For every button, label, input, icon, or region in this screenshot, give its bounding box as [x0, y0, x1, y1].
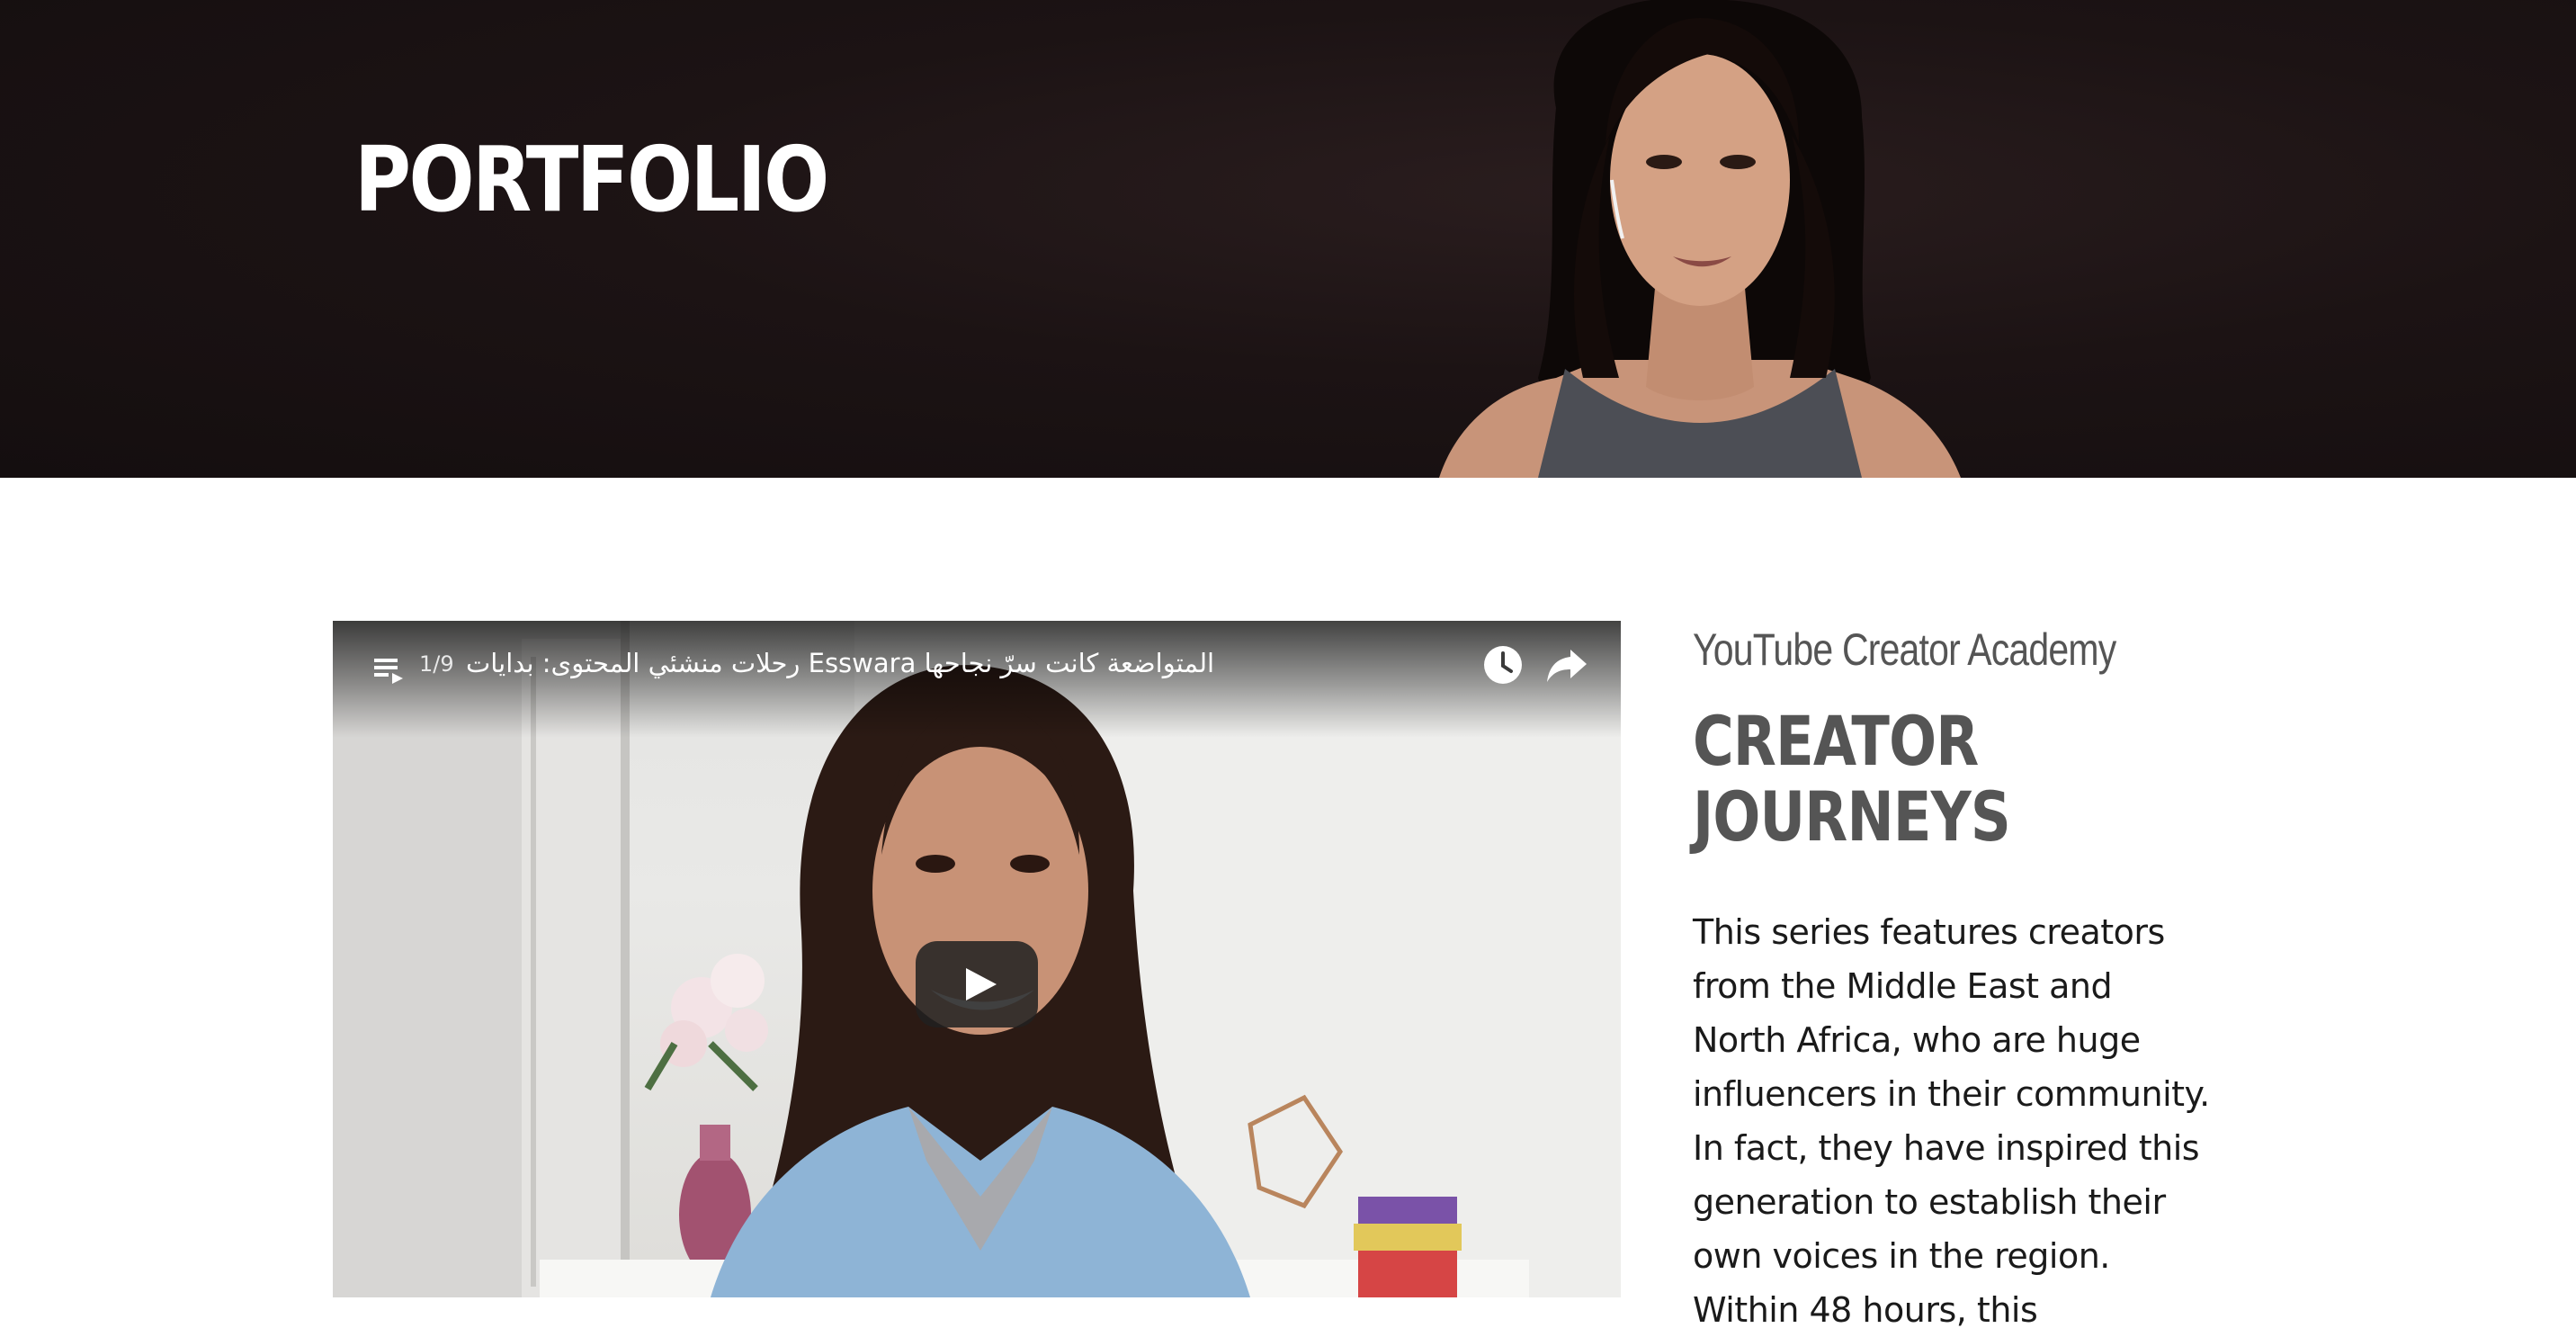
video-title[interactable]: المتواضعة كانت سرّ نجاحها Esswara رحلات …: [466, 648, 1275, 678]
project-title-line-2: JOURNEYS: [1693, 776, 2011, 857]
video-title-bar: [333, 621, 1621, 738]
client-name: YouTube Creator Academy: [1693, 624, 2116, 675]
project-body-text: This series features creators from the M…: [1693, 912, 2210, 1330]
hero-banner: PORTFOLIO: [0, 0, 2576, 478]
page-title: PORTFOLIO: [354, 127, 829, 232]
project-title-line-1: CREATOR: [1693, 701, 1979, 781]
project-title: CREATOR JOURNEYS: [1693, 704, 2106, 855]
share-icon[interactable]: [1545, 644, 1588, 686]
watch-later-icon[interactable]: [1482, 644, 1524, 686]
play-button[interactable]: [916, 941, 1038, 1027]
project-description: YouTube Creator Academy CREATOR JOURNEYS…: [1693, 621, 2232, 1337]
hero-portrait-image: [1439, 0, 1961, 478]
playlist-icon[interactable]: [372, 653, 405, 686]
playlist-position: 1/9: [419, 651, 454, 677]
video-player[interactable]: 1/9 المتواضعة كانت سرّ نجاحها Esswara رح…: [333, 621, 1621, 1297]
